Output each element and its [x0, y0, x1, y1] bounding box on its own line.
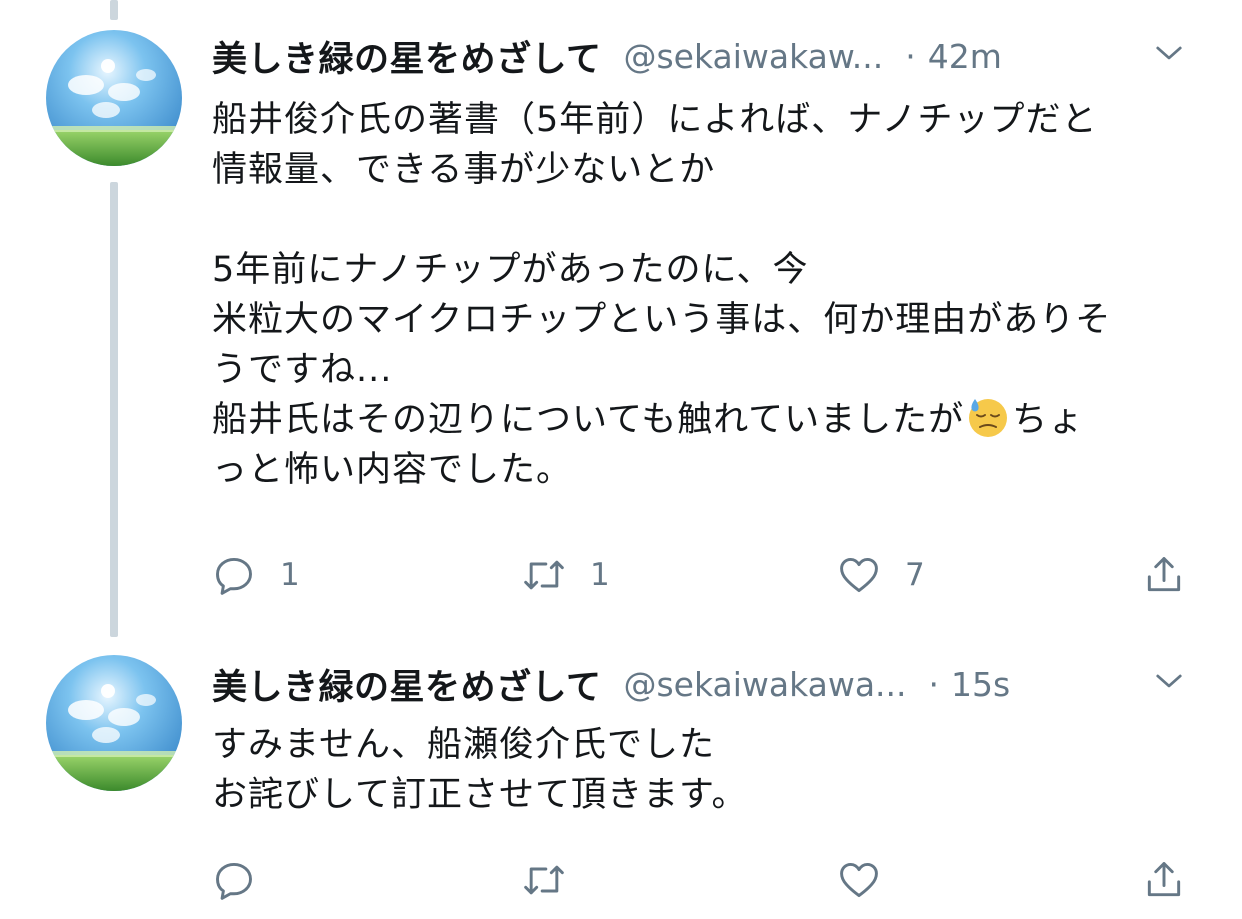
retweet-button[interactable] — [522, 855, 590, 905]
tweet[interactable]: 美しき緑の星をめざして @sekaiwakaw... · 42m 船井俊介氏の著… — [0, 0, 1242, 640]
like-button[interactable]: 7 — [837, 550, 925, 600]
avatar[interactable] — [46, 655, 182, 791]
chevron-down-icon[interactable] — [1154, 666, 1184, 696]
like-button[interactable] — [837, 855, 905, 905]
avatar[interactable] — [46, 30, 182, 166]
user-handle[interactable]: @sekaiwakaw... — [623, 37, 883, 76]
timestamp[interactable]: 42m — [928, 37, 1002, 76]
avatar-image — [46, 30, 182, 166]
user-handle[interactable]: @sekaiwakawa... — [623, 665, 906, 704]
reply-button[interactable] — [212, 855, 280, 905]
tweet-text: 船井俊介氏の著書（5年前）によれば、ナノチップだと 情報量、できる事が少ないとか… — [212, 95, 1222, 495]
tweet-header: 美しき緑の星をめざして @sekaiwakaw... · 42m — [212, 30, 1218, 82]
tweet-text-part: 船井俊介氏の著書（5年前）によれば、ナノチップだと 情報量、できる事が少ないとか… — [212, 100, 1112, 440]
reply-count: 1 — [280, 557, 300, 593]
tweet[interactable]: 美しき緑の星をめざして @sekaiwakawa... · 15s すみません、… — [0, 640, 1242, 919]
tweet-actions — [212, 855, 1202, 905]
reply-icon — [216, 557, 252, 595]
share-button[interactable] — [1142, 855, 1186, 905]
tweet-header: 美しき緑の星をめざして @sekaiwakawa... · 15s — [212, 658, 1218, 710]
retweet-count: 1 — [590, 557, 610, 593]
heart-icon — [840, 862, 878, 898]
retweet-icon — [524, 560, 564, 590]
downcast-face-with-sweat-icon — [969, 399, 1008, 437]
tweet-actions: 1 1 7 — [212, 550, 1202, 600]
separator-dot: · — [905, 36, 916, 76]
display-name[interactable]: 美しき緑の星をめざして — [212, 31, 601, 82]
heart-icon — [840, 557, 878, 593]
share-icon — [1147, 557, 1181, 592]
retweet-icon — [524, 865, 564, 895]
retweet-button[interactable]: 1 — [522, 550, 610, 600]
like-count: 7 — [905, 557, 925, 593]
separator-dot: · — [928, 664, 940, 704]
reply-icon — [216, 862, 252, 900]
share-button[interactable] — [1142, 550, 1186, 600]
tweet-text: すみません、船瀬俊介氏でした お詫びして訂正させて頂きます。 — [212, 725, 748, 815]
display-name[interactable]: 美しき緑の星をめざして — [212, 659, 601, 710]
timestamp[interactable]: 15s — [951, 665, 1010, 704]
share-icon — [1147, 862, 1181, 897]
reply-button[interactable]: 1 — [212, 550, 300, 600]
chevron-down-icon[interactable] — [1154, 38, 1184, 68]
avatar-image — [46, 655, 182, 791]
